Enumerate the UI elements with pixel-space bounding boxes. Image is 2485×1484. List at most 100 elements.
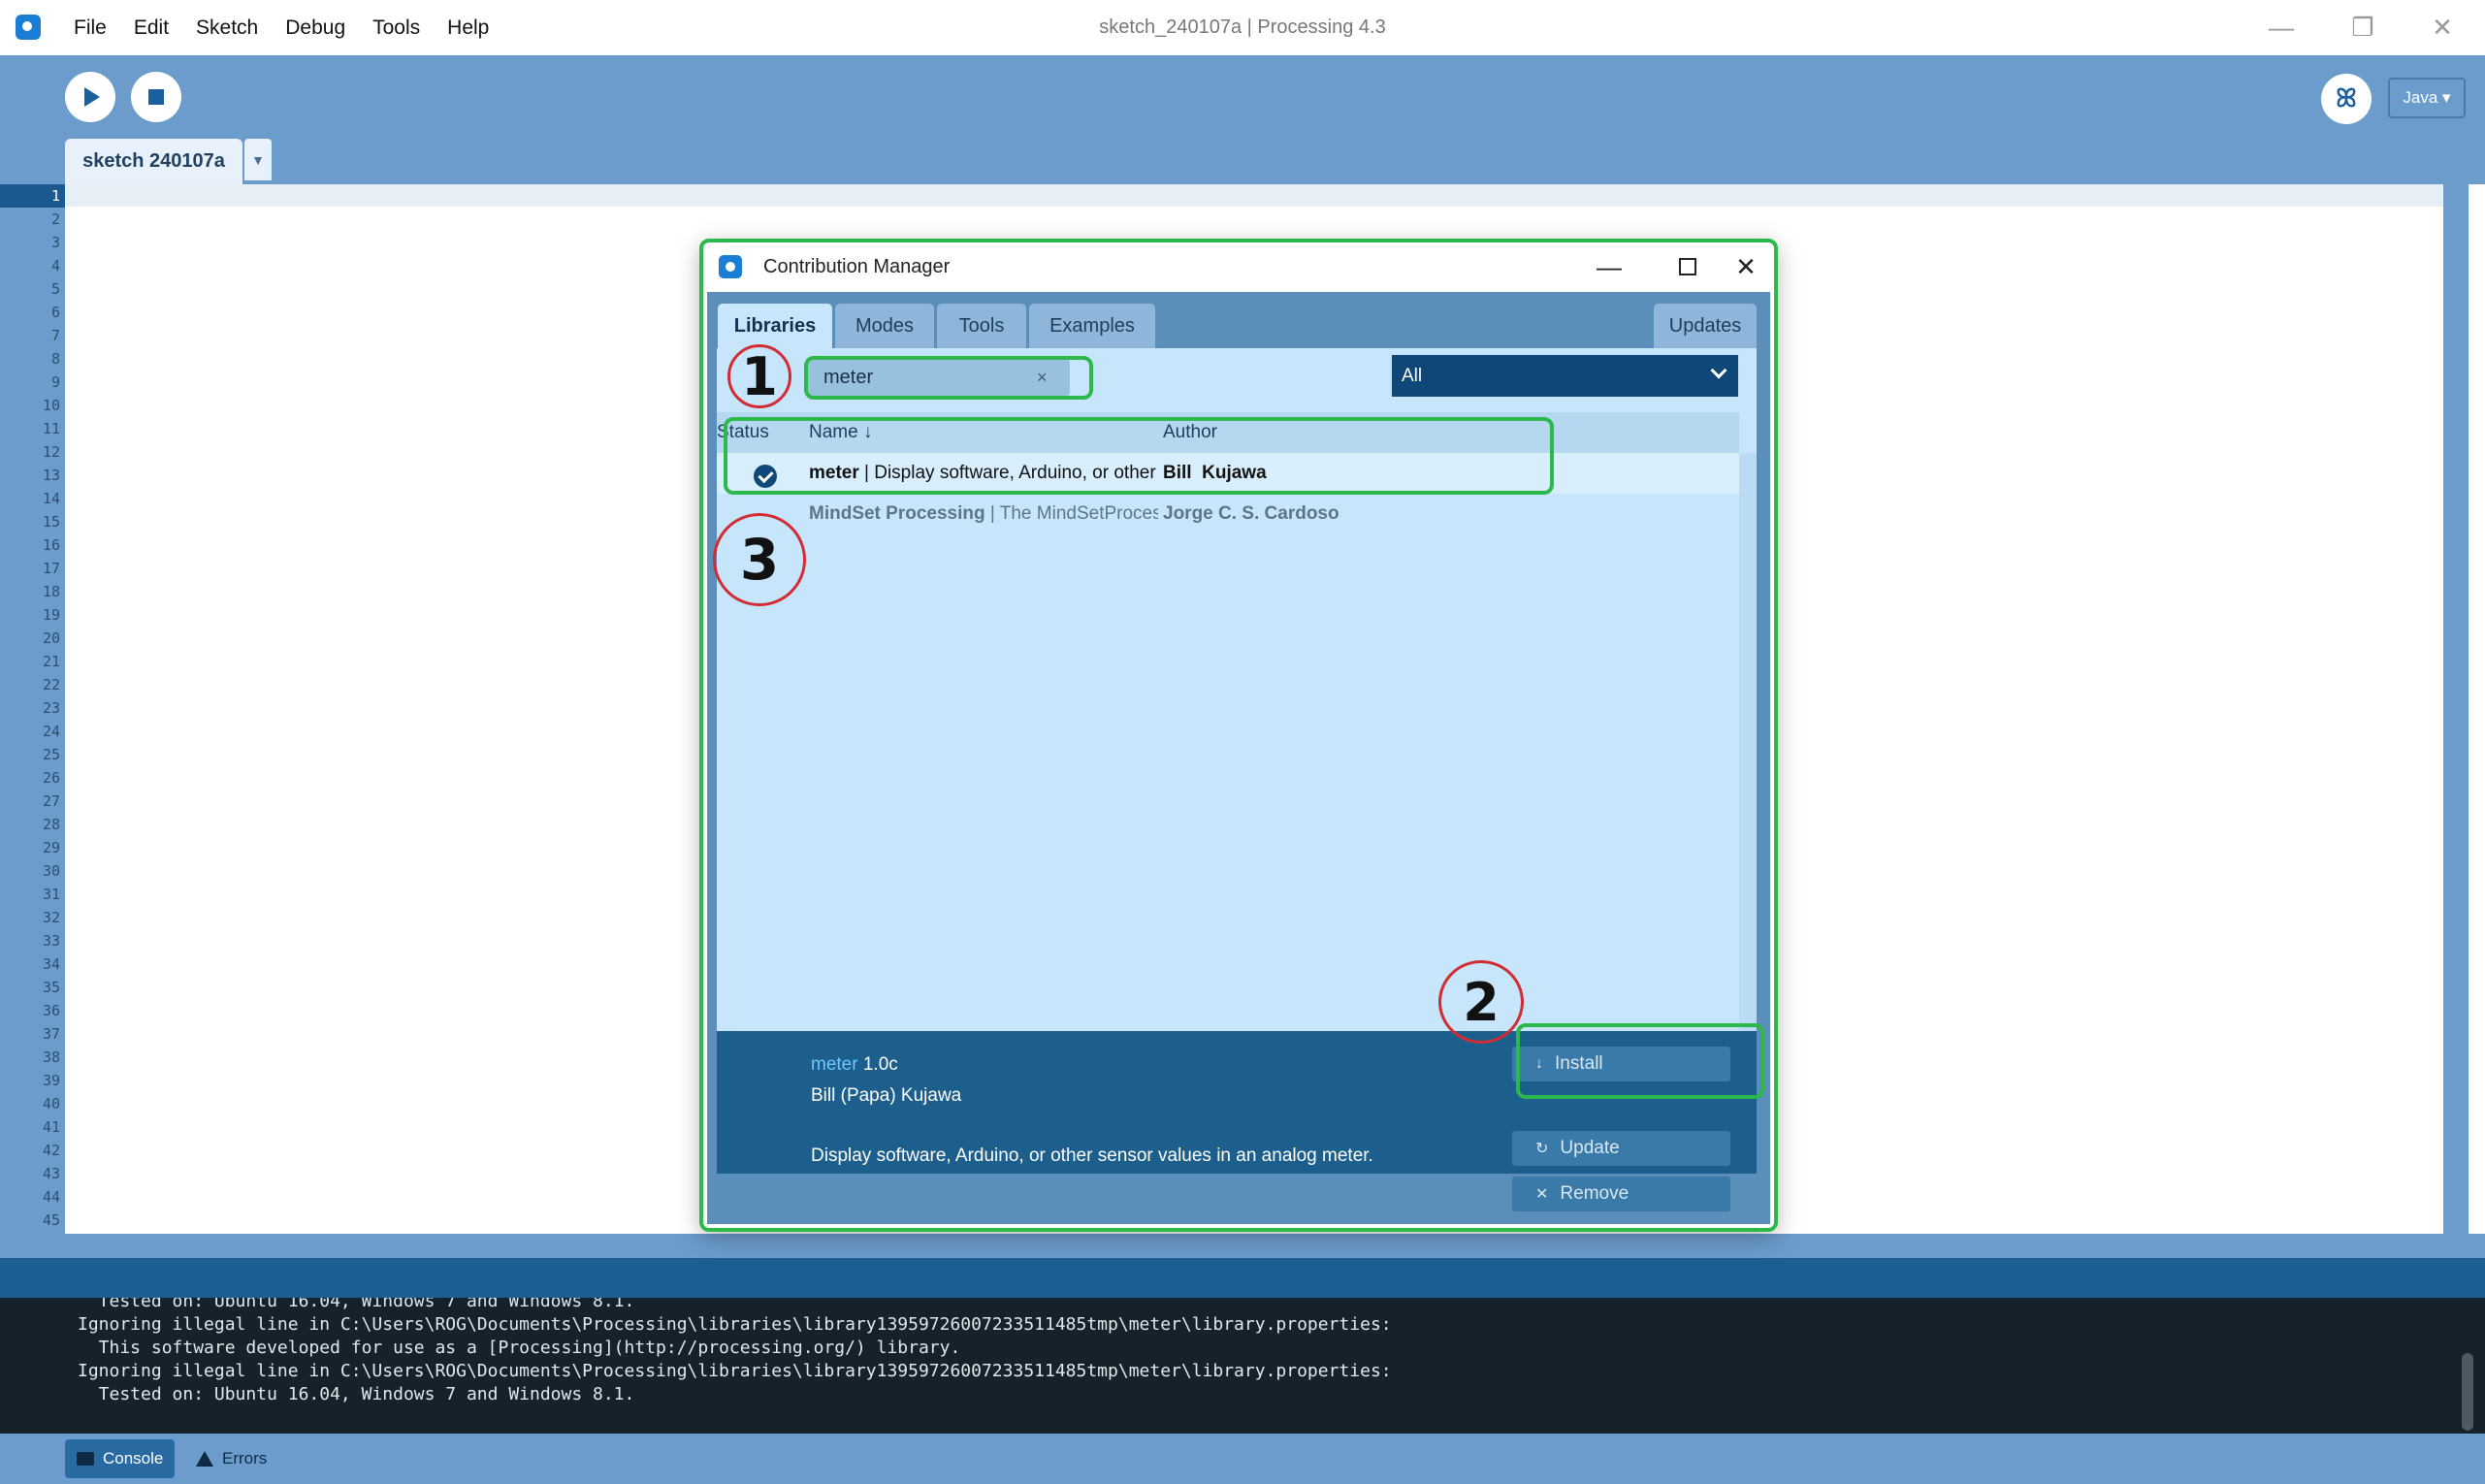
- line-number: 23: [42, 699, 60, 717]
- line-number: 5: [50, 280, 60, 298]
- tab-updates[interactable]: Updates: [1654, 304, 1757, 348]
- library-row-meter[interactable]: meter | Display software, Arduino, or ot…: [717, 453, 1739, 494]
- current-line-highlight: [65, 184, 2443, 207]
- processing-app-icon: [16, 15, 41, 40]
- line-number: 33: [42, 932, 60, 950]
- line-number: 40: [42, 1095, 60, 1113]
- annotation-step-1: 1: [727, 344, 791, 408]
- chevron-down-icon: [1710, 362, 1727, 379]
- line-number: 22: [42, 676, 60, 694]
- category-dropdown[interactable]: All: [1392, 355, 1738, 397]
- list-scrollbar[interactable]: [1739, 453, 1757, 1031]
- clear-search-icon[interactable]: ×: [1037, 359, 1048, 396]
- line-number: 17: [42, 560, 60, 577]
- tab-console-label: Console: [103, 1449, 164, 1468]
- line-number: 6: [50, 304, 60, 321]
- processing-dialog-icon: [719, 255, 742, 278]
- minimize-button[interactable]: —: [2243, 0, 2320, 55]
- install-button[interactable]: ↓ Install: [1512, 1047, 1730, 1081]
- menu-file[interactable]: File: [60, 16, 120, 40]
- console-line: Tested on: Ubuntu 16.04, Windows 7 and W…: [78, 1384, 635, 1404]
- menu-sketch[interactable]: Sketch: [182, 16, 272, 40]
- line-number: 14: [42, 490, 60, 507]
- line-number: 32: [42, 909, 60, 926]
- line-number: 31: [42, 886, 60, 903]
- menu-tools[interactable]: Tools: [359, 16, 434, 40]
- list-header: Status Name ↓ Author: [717, 412, 1739, 453]
- tab-errors[interactable]: Errors: [184, 1439, 278, 1478]
- line-number: 34: [42, 955, 60, 973]
- console-line: Tested on: Ubuntu 16.04, Windows 7 and W…: [78, 1298, 635, 1311]
- window-titlebar: File Edit Sketch Debug Tools Help sketch…: [0, 0, 2485, 55]
- line-number: 11: [42, 420, 60, 437]
- warning-icon: [196, 1451, 213, 1467]
- library-author: Bill Kujawa: [1163, 463, 1267, 483]
- editor-scrollbar[interactable]: [2469, 184, 2485, 1234]
- line-number: 36: [42, 1002, 60, 1019]
- sketch-tab[interactable]: sketch 240107a: [65, 139, 242, 184]
- line-number: 10: [42, 397, 60, 414]
- update-label: Update: [1560, 1138, 1620, 1158]
- annotation-step-3: 3: [713, 513, 806, 606]
- dialog-title: Contribution Manager: [763, 256, 951, 277]
- line-number: 19: [42, 606, 60, 624]
- install-label: Install: [1555, 1053, 1603, 1074]
- library-detail-panel: meter 1.0c Bill (Papa) Kujawa Display so…: [717, 1031, 1757, 1211]
- line-number: 13: [42, 467, 60, 484]
- menu-debug[interactable]: Debug: [272, 16, 359, 40]
- line-number: 18: [42, 583, 60, 600]
- debugger-button[interactable]: ꕤ: [2321, 74, 2372, 124]
- dialog-titlebar: Contribution Manager — ✕: [702, 242, 1775, 292]
- search-input-value: meter: [823, 367, 874, 388]
- tab-examples[interactable]: Examples: [1029, 304, 1155, 348]
- menu-edit[interactable]: Edit: [120, 16, 182, 40]
- contribution-manager-dialog: Contribution Manager — ✕ Libraries Modes…: [702, 242, 1775, 1229]
- line-number: 37: [42, 1025, 60, 1043]
- line-number: 7: [50, 327, 60, 344]
- line-number: 35: [42, 979, 60, 996]
- remove-button[interactable]: ✕ Remove: [1512, 1177, 1730, 1211]
- dialog-minimize-button[interactable]: —: [1575, 242, 1643, 292]
- line-number: 21: [42, 653, 60, 670]
- column-author[interactable]: Author: [1163, 412, 1217, 453]
- console-footer: [0, 1434, 2485, 1484]
- detail-version: 1.0c: [862, 1054, 898, 1075]
- console-line: This software developed for use as a [Pr…: [78, 1338, 961, 1358]
- line-number: 3: [50, 234, 60, 251]
- stop-button[interactable]: [131, 72, 181, 122]
- dialog-close-button[interactable]: ✕: [1712, 242, 1780, 292]
- message-area: [0, 1258, 2485, 1298]
- installed-check-icon: [754, 465, 777, 488]
- restore-button[interactable]: ❐: [2324, 0, 2402, 55]
- tab-modes[interactable]: Modes: [835, 304, 934, 348]
- line-number: 9: [50, 373, 60, 391]
- line-number: 30: [42, 862, 60, 880]
- line-number: 2: [50, 210, 60, 228]
- line-number: 29: [42, 839, 60, 856]
- column-name[interactable]: Name ↓: [809, 412, 872, 453]
- menu-help[interactable]: Help: [434, 16, 502, 40]
- update-button[interactable]: ↻ Update: [1512, 1131, 1730, 1166]
- line-number: 8: [50, 350, 60, 368]
- tab-tools[interactable]: Tools: [937, 304, 1026, 348]
- sketch-toolbar: [0, 55, 2485, 184]
- detail-description: Display software, Arduino, or other sens…: [811, 1145, 1373, 1166]
- library-author: Jorge C. S. Cardoso: [1163, 503, 1339, 524]
- tab-menu-arrow[interactable]: ▼: [244, 139, 272, 180]
- line-number: 4: [50, 257, 60, 274]
- run-button[interactable]: [65, 72, 115, 122]
- column-status[interactable]: Status: [717, 412, 769, 453]
- refresh-icon: ↻: [1535, 1141, 1549, 1157]
- console-scrollbar[interactable]: [2462, 1353, 2473, 1431]
- close-button[interactable]: ✕: [2404, 0, 2481, 55]
- annotation-step-2: 2: [1438, 960, 1524, 1044]
- tab-libraries[interactable]: Libraries: [718, 304, 832, 348]
- line-number: 15: [42, 513, 60, 531]
- console-line: Ignoring illegal line in C:\Users\ROG\Do…: [78, 1361, 1392, 1381]
- detail-author: Bill (Papa) Kujawa: [811, 1085, 962, 1106]
- mode-selector[interactable]: Java ▾: [2388, 78, 2466, 118]
- tab-console[interactable]: Console: [65, 1439, 176, 1478]
- library-name: MindSet Processing: [809, 503, 985, 524]
- library-row-mindset[interactable]: MindSet Processing | The MindSetProcessi…: [717, 494, 1739, 534]
- line-number: 26: [42, 769, 60, 787]
